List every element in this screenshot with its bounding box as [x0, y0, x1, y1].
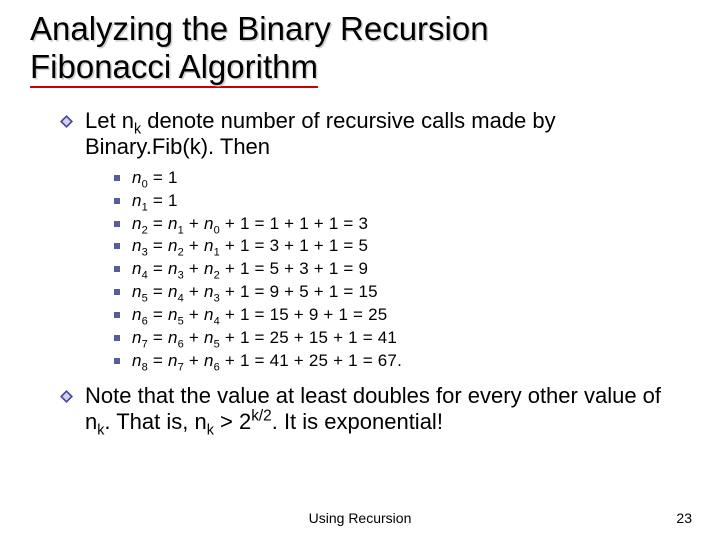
- bullet-intro-text: Let nk denote number of recursive calls …: [85, 108, 690, 161]
- eq-row: n1 = 1: [114, 190, 690, 213]
- square-icon: [114, 243, 120, 249]
- square-icon: [114, 198, 120, 204]
- slide-number: 23: [676, 510, 692, 526]
- eq-row: n6 = n5 + n4 + 1 = 15 + 9 + 1 = 25: [114, 304, 690, 327]
- square-icon: [114, 221, 120, 227]
- diamond-icon: [60, 115, 73, 128]
- eq-row: n5 = n4 + n3 + 1 = 9 + 5 + 1 = 15: [114, 281, 690, 304]
- bullet-note: Note that the value at least doubles for…: [60, 383, 690, 436]
- square-icon: [114, 266, 120, 272]
- diamond-icon: [60, 390, 73, 403]
- eq-row: n3 = n2 + n1 + 1 = 3 + 1 + 1 = 5: [114, 235, 690, 258]
- slide: Analyzing the Binary Recursion Fibonacci…: [0, 0, 720, 540]
- square-icon: [114, 175, 120, 181]
- eq-row: n8 = n7 + n6 + 1 = 41 + 25 + 1 = 67.: [114, 350, 690, 373]
- eq-row: n0 = 1: [114, 167, 690, 190]
- square-icon: [114, 358, 120, 364]
- square-icon: [114, 312, 120, 318]
- bullet-note-text: Note that the value at least doubles for…: [85, 383, 690, 436]
- title-line2: Fibonacci Algorithm: [30, 48, 318, 88]
- bullet-intro: Let nk denote number of recursive calls …: [60, 108, 690, 161]
- eq-row: n2 = n1 + n0 + 1 = 1 + 1 + 1 = 3: [114, 213, 690, 236]
- title-line1: Analyzing the Binary Recursion: [30, 10, 489, 47]
- footer-center: Using Recursion: [0, 510, 720, 526]
- eq-row: n7 = n6 + n5 + 1 = 25 + 15 + 1 = 41: [114, 327, 690, 350]
- eq-row: n4 = n3 + n2 + 1 = 5 + 3 + 1 = 9: [114, 258, 690, 281]
- square-icon: [114, 289, 120, 295]
- square-icon: [114, 335, 120, 341]
- equation-list: n0 = 1 n1 = 1 n2 = n1 + n0 + 1 = 1 + 1 +…: [114, 167, 690, 373]
- slide-title: Analyzing the Binary Recursion Fibonacci…: [30, 10, 690, 86]
